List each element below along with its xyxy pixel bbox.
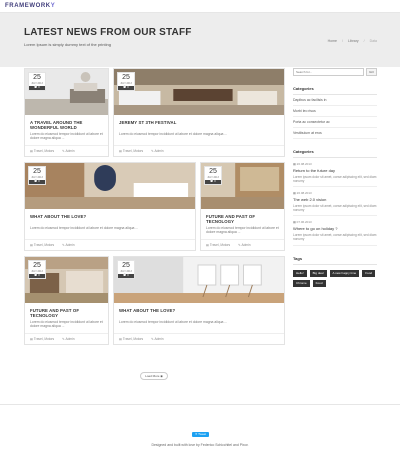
tag[interactable]: A new happy time	[329, 269, 360, 277]
breadcrumb-library[interactable]: Library	[348, 39, 359, 43]
card-meta: ▤ Travel, Motors ✎ Admin	[25, 145, 108, 156]
card-meta: ▤ Travel, Motors ✎ Admin	[114, 333, 284, 344]
category-link[interactable]: Vestibulum at eros	[293, 128, 377, 139]
category-meta: ▤ Travel, Motors	[119, 337, 144, 341]
card-excerpt: Lorem do eiusmod tempor incididunt ut la…	[119, 320, 228, 324]
card-title[interactable]: WHAT ABOUT THE LOVE?	[119, 308, 279, 318]
footer: ✈ Tweet Designed and built with love by …	[0, 404, 400, 450]
room-image	[25, 163, 195, 209]
recent-post[interactable]: ▦ 26.08.2013 Return to the future day Lo…	[293, 158, 377, 188]
tags-heading: Tags	[293, 256, 377, 265]
card-meta: ▤ Travel, Motors ✎ Admin	[25, 239, 195, 250]
news-card[interactable]: 25 JULY 2013 💬 0 FUTURE AND PAST OF TECN…	[24, 256, 109, 345]
sidebar: GO Categories Dapibus ac facilisis in Mo…	[293, 68, 377, 287]
recent-post[interactable]: ▦ 26.08.2013 The web 2.0 vision Lorem ip…	[293, 187, 377, 217]
comment-icon: 💬 0	[205, 180, 221, 184]
date-badge: 25 JULY 2013 💬 0	[28, 72, 46, 91]
comment-icon: 💬 0	[29, 86, 45, 90]
load-more-button[interactable]: Load More ◉	[140, 372, 168, 380]
categories-heading: Categories	[293, 86, 377, 95]
tweet-button[interactable]: ✈ Tweet	[192, 432, 209, 437]
date-badge: 25 JULY 2013 💬 0	[117, 72, 135, 91]
tag[interactable]: Food	[312, 279, 326, 287]
date-badge: 25 JULY 2013 💬 0	[28, 260, 46, 279]
category-link[interactable]: Dapibus ac facilisis in	[293, 95, 377, 106]
top-bar: FRAMEWORKY	[0, 0, 400, 13]
author-meta: ✎ Admin	[238, 243, 251, 247]
card-title[interactable]: WHAT ABOUT THE LOVE?	[30, 214, 190, 224]
card-meta: ▤ Travel, Motors ✎ Admin	[25, 333, 108, 344]
tag[interactable]: Big deal	[309, 269, 327, 277]
page-title: LATEST NEWS FROM OUR STAFF	[24, 27, 192, 38]
card-excerpt: Lorem do eiusmod tempor incididunt ut la…	[30, 132, 103, 141]
brand-logo[interactable]: FRAMEWORKY	[5, 3, 55, 9]
breadcrumb: Home / Library / Data	[327, 39, 377, 43]
category-link[interactable]: Morbi leo risus	[293, 106, 377, 117]
card-excerpt: Lorem do eiusmod tempor incididunt ut la…	[119, 132, 228, 136]
card-title[interactable]: A TRAVEL AROUND THE WONDERFUL WORLD	[30, 120, 103, 130]
page-hero: LATEST NEWS FROM OUR STAFF Lorem Ipsum i…	[0, 13, 400, 67]
card-meta: ▤ Travel, Motors ✎ Admin	[114, 145, 284, 156]
date-badge: 25 JULY 2013 💬 0	[28, 166, 46, 185]
news-card[interactable]: 25 JULY 2013 💬 0 JEREMY ST 3TH FESTIVAL …	[113, 68, 285, 157]
breadcrumb-current: Data	[369, 39, 377, 43]
post-title: Return to the future day	[293, 168, 336, 173]
post-title: Where to go on holiday ?	[293, 226, 338, 232]
card-title[interactable]: FUTURE AND PAST OF TECNOLOGY	[30, 308, 103, 318]
category-meta: ▤ Travel, Motors	[206, 243, 231, 247]
author-meta: ✎ Admin	[62, 149, 75, 153]
category-meta: ▤ Travel, Motors	[119, 149, 144, 153]
post-excerpt: Lorem ipsum dolor sit amet, conse adipis…	[293, 233, 377, 242]
category-meta: ▤ Travel, Motors	[30, 149, 55, 153]
search-button[interactable]: GO	[366, 68, 377, 76]
tag[interactable]: Hello!	[293, 269, 307, 277]
author-meta: ✎ Admin	[151, 149, 164, 153]
tag[interactable]: Chrome	[293, 279, 310, 287]
post-excerpt: Lorem ipsum dolor sit amet, conse adipis…	[293, 204, 377, 213]
news-card[interactable]: 25 JULY 2013 💬 0 WHAT ABOUT THE LOVE? Lo…	[113, 256, 285, 345]
news-grid: 25 JULY 2013 💬 0 A TRAVEL AROUND THE WON…	[24, 68, 286, 350]
comment-icon: 💬 0	[29, 274, 45, 278]
news-card[interactable]: 25 JULY 2013 💬 0 WHAT ABOUT THE LOVE? Lo…	[24, 162, 196, 251]
comment-icon: 💬 0	[118, 86, 134, 90]
room-image	[114, 69, 284, 115]
search-bar: GO	[293, 68, 377, 76]
breadcrumb-home[interactable]: Home	[328, 39, 337, 43]
recent-posts-heading: Categories	[293, 149, 377, 158]
chevron-down-icon: ◉	[160, 374, 163, 378]
card-excerpt: Lorem do eiusmod tempor incididunt ut la…	[30, 320, 103, 329]
recent-post[interactable]: ▦ 07.06.2013 Where to go on holiday ? Lo…	[293, 216, 377, 246]
tag-cloud: Hello! Big deal A new happy time Food Ch…	[293, 269, 377, 287]
tag[interactable]: Food	[362, 269, 376, 277]
author-meta: ✎ Admin	[62, 243, 75, 247]
author-meta: ✎ Admin	[151, 337, 164, 341]
search-input[interactable]	[293, 68, 364, 76]
date-badge: 25 JULY 2013 💬 0	[117, 260, 135, 279]
date-badge: 25 JULY 2013 💬 0	[204, 166, 222, 185]
card-excerpt: Lorem do eiusmod tempor incididunt ut la…	[30, 226, 139, 230]
card-title[interactable]: FUTURE AND PAST OF TECNOLOGY	[206, 214, 279, 224]
news-card[interactable]: 25 JULY 2013 💬 0 FUTURE AND PAST OF TECN…	[200, 162, 285, 251]
card-excerpt: Lorem do eiusmod tempor incididunt ut la…	[206, 226, 279, 235]
category-meta: ▤ Travel, Motors	[30, 337, 55, 341]
news-card[interactable]: 25 JULY 2013 💬 0 A TRAVEL AROUND THE WON…	[24, 68, 109, 157]
category-meta: ▤ Travel, Motors	[30, 243, 55, 247]
card-meta: ▤ Travel, Motors ✎ Admin	[201, 239, 284, 250]
post-excerpt: Lorem ipsum dolor sit amet, conse adipis…	[293, 175, 377, 184]
author-meta: ✎ Admin	[62, 337, 75, 341]
comment-icon: 💬 0	[29, 180, 45, 184]
category-link[interactable]: Porta ac consectetur ac	[293, 117, 377, 128]
room-image	[114, 257, 284, 303]
card-title[interactable]: JEREMY ST 3TH FESTIVAL	[119, 120, 279, 130]
comment-icon: 💬 0	[118, 274, 134, 278]
footer-credit: Designed and built with love by Federico…	[151, 443, 249, 447]
post-title: The web 2.0 vision	[293, 197, 327, 203]
